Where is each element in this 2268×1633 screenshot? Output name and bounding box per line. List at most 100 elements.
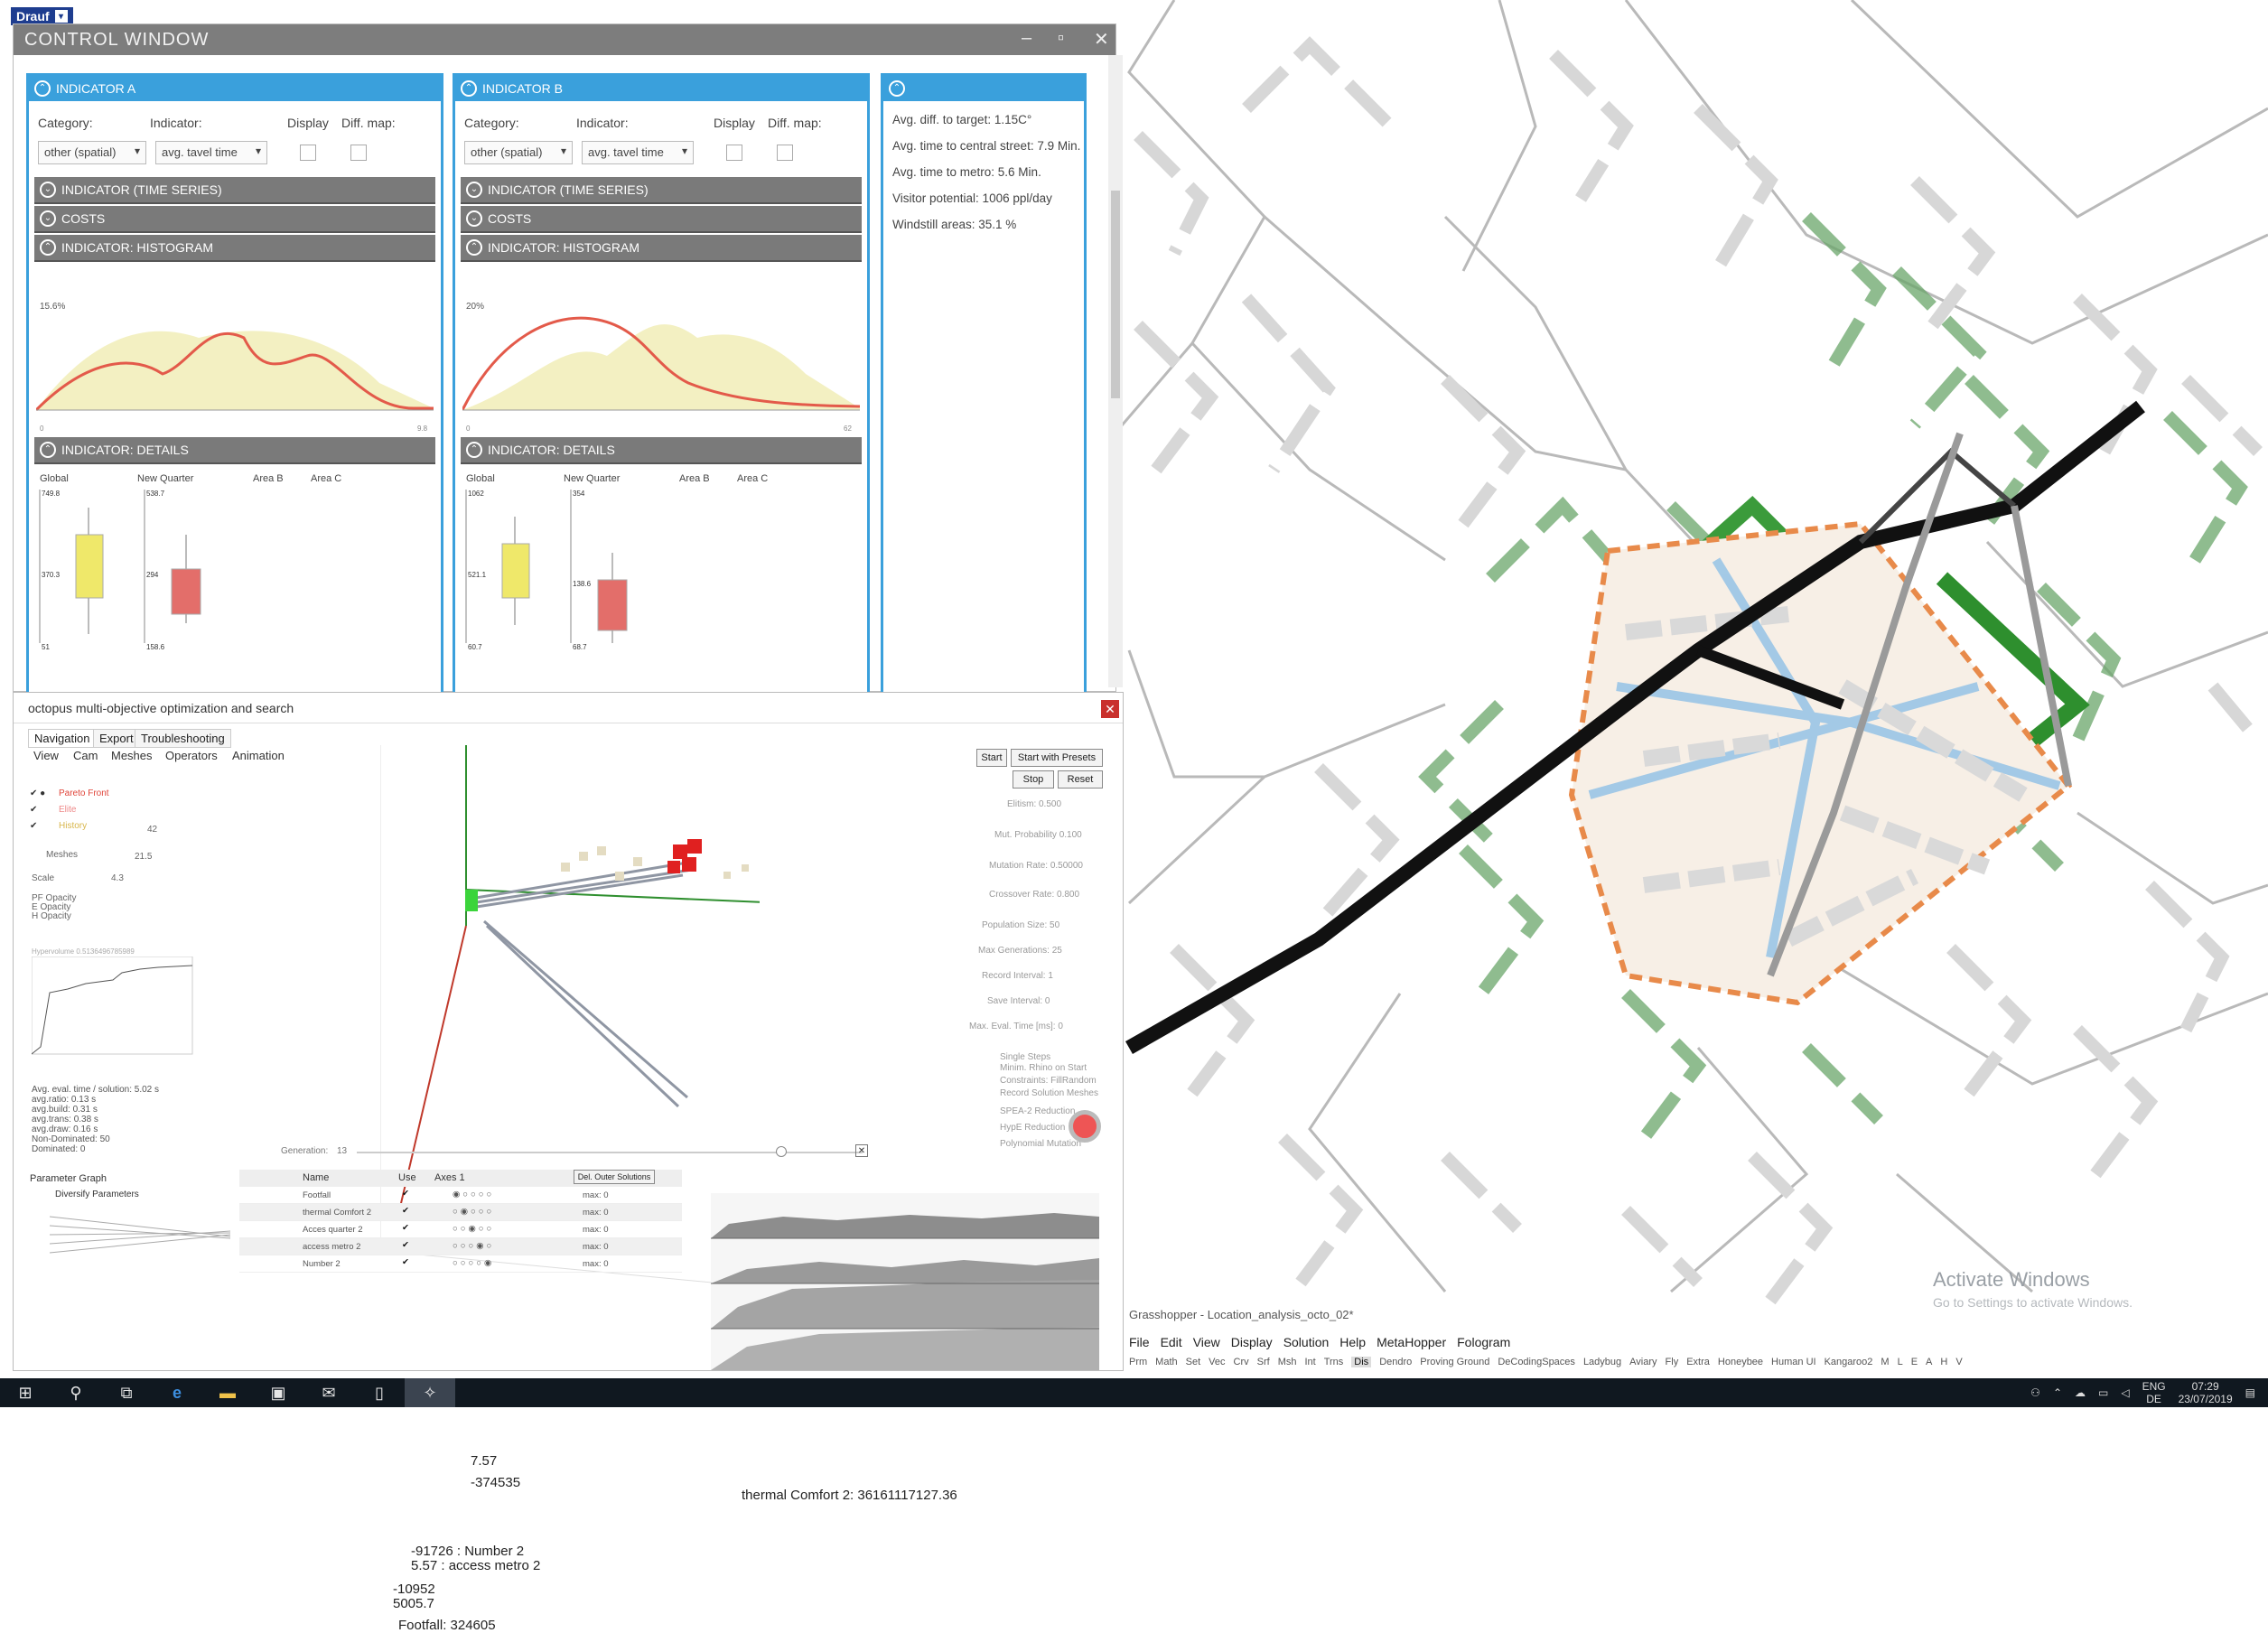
people-icon[interactable]: ⚇ <box>2030 1386 2040 1399</box>
summary-header[interactable]: ⌃ <box>883 76 1084 101</box>
category-dropdown[interactable]: other (spatial) <box>38 141 146 164</box>
tab-decodingspaces[interactable]: DeCodingSpaces <box>1498 1357 1575 1367</box>
menu-meshes[interactable]: Meshes <box>111 749 153 762</box>
close-icon[interactable]: ✕ <box>1101 700 1119 718</box>
close-icon[interactable]: ✕ <box>855 1144 868 1157</box>
tab-h[interactable]: H <box>1940 1357 1947 1367</box>
tab-int[interactable]: Int <box>1304 1357 1315 1367</box>
use-check[interactable]: ✔ <box>402 1257 409 1267</box>
tab-msh[interactable]: Msh <box>1278 1357 1297 1367</box>
indicator-b-header[interactable]: ⌃ INDICATOR B <box>455 76 867 101</box>
delete-outer-button[interactable]: Del. Outer Solutions <box>574 1170 655 1184</box>
option-hype[interactable]: HypE Reduction <box>1000 1123 1065 1133</box>
windows-start-icon[interactable]: ⊞ <box>0 1378 51 1407</box>
collapse-icon[interactable]: ⌃ <box>40 442 56 458</box>
store-icon[interactable]: ▣ <box>253 1378 303 1407</box>
param-elitism[interactable]: Elitism: 0.500 <box>1007 799 1061 809</box>
collapse-icon[interactable]: ⌃ <box>40 239 56 256</box>
use-check[interactable]: ✔ <box>402 1189 409 1199</box>
viewport-label[interactable]: Drauf ▾ <box>11 7 73 25</box>
menu-edit[interactable]: Edit <box>1161 1335 1182 1349</box>
tab-crv[interactable]: Crv <box>1234 1357 1249 1367</box>
elite-check[interactable]: ✔ <box>30 805 37 815</box>
speaker-icon[interactable]: ◁ <box>2121 1386 2129 1399</box>
start-presets-button[interactable]: Start with Presets <box>1011 749 1103 767</box>
octopus-titlebar[interactable]: octopus multi-objective optimization and… <box>14 693 1123 723</box>
indicator-dropdown[interactable]: avg. tavel time <box>582 141 694 164</box>
display-checkbox[interactable] <box>726 145 742 161</box>
minimize-icon[interactable]: – <box>1022 28 1032 49</box>
menu-help[interactable]: Help <box>1339 1335 1366 1349</box>
generation-slider-thumb[interactable] <box>776 1146 787 1157</box>
tab-v[interactable]: V <box>1955 1357 1962 1367</box>
document-icon[interactable]: ▯ <box>354 1378 405 1407</box>
tab-proving-ground[interactable]: Proving Ground <box>1420 1357 1489 1367</box>
start-button[interactable]: Start <box>976 749 1007 767</box>
menu-file[interactable]: File <box>1129 1335 1150 1349</box>
tab-e[interactable]: E <box>1911 1357 1918 1367</box>
history-check[interactable]: ✔ <box>30 821 37 831</box>
display-checkbox[interactable] <box>300 145 316 161</box>
param-save-interval[interactable]: Save Interval: 0 <box>987 996 1050 1006</box>
use-check[interactable]: ✔ <box>402 1223 409 1233</box>
param-max-eval-time[interactable]: Max. Eval. Time [ms]: 0 <box>969 1022 1063 1031</box>
section-time-series[interactable]: ⌄ INDICATOR (TIME SERIES) <box>34 177 435 204</box>
section-details[interactable]: ⌃ INDICATOR: DETAILS <box>461 437 862 464</box>
generation-slider[interactable] <box>357 1152 863 1153</box>
section-histogram[interactable]: ⌃ INDICATOR: HISTOGRAM <box>34 235 435 262</box>
table-row[interactable]: access metro 2 ✔ ○○○◉○ max: 0 <box>239 1238 682 1255</box>
category-dropdown[interactable]: other (spatial) <box>464 141 573 164</box>
section-details[interactable]: ⌃ INDICATOR: DETAILS <box>34 437 435 464</box>
table-row[interactable]: thermal Comfort 2 ✔ ○◉○○○ max: 0 <box>239 1204 682 1221</box>
indicator-a-header[interactable]: ⌃ INDICATOR A <box>29 76 441 101</box>
collapse-icon[interactable]: ⌃ <box>466 239 482 256</box>
grasshopper-app-icon[interactable]: ✧ <box>405 1378 455 1407</box>
table-row[interactable]: Number 2 ✔ ○○○○◉ max: 0 <box>239 1255 682 1273</box>
param-mutation-rate[interactable]: Mutation Rate: 0.50000 <box>989 861 1083 871</box>
diff-map-checkbox[interactable] <box>350 145 367 161</box>
pareto-check[interactable]: ✔ ● <box>30 789 45 798</box>
tab-fly[interactable]: Fly <box>1666 1357 1679 1367</box>
chevron-up-icon[interactable]: ⌃ <box>2053 1386 2062 1399</box>
menu-view[interactable]: View <box>33 749 59 762</box>
axis-radios[interactable]: ○○○○◉ <box>453 1258 494 1268</box>
collapse-icon[interactable]: ⌃ <box>466 442 482 458</box>
expand-icon[interactable]: ⌄ <box>40 182 56 198</box>
param-crossover-rate[interactable]: Crossover Rate: 0.800 <box>989 890 1079 900</box>
maximize-icon[interactable]: ▫ <box>1058 28 1065 49</box>
section-time-series[interactable]: ⌄ INDICATOR (TIME SERIES) <box>461 177 862 204</box>
tab-m[interactable]: M <box>1881 1357 1889 1367</box>
tab-dis[interactable]: Dis <box>1351 1357 1372 1367</box>
option-constraints[interactable]: Constraints: FillRandom <box>1000 1076 1097 1086</box>
table-row[interactable]: Footfall ✔ ◉○○○○ max: 0 <box>239 1187 682 1204</box>
file-explorer-icon[interactable]: ▬ <box>202 1378 253 1407</box>
menu-cam[interactable]: Cam <box>73 749 98 762</box>
tab-troubleshooting[interactable]: Troubleshooting <box>135 729 231 748</box>
collapse-icon[interactable]: ⌃ <box>34 80 51 97</box>
menu-fologram[interactable]: Fologram <box>1457 1335 1510 1349</box>
param-record-interval[interactable]: Record Interval: 1 <box>982 971 1053 981</box>
option-record-meshes[interactable]: Record Solution Meshes <box>1000 1088 1098 1098</box>
tab-navigation[interactable]: Navigation <box>28 729 97 748</box>
axis-radios[interactable]: ○○◉○○ <box>453 1224 494 1234</box>
tab-vec[interactable]: Vec <box>1209 1357 1225 1367</box>
search-icon[interactable]: ⚲ <box>51 1378 101 1407</box>
tab-srf[interactable]: Srf <box>1257 1357 1270 1367</box>
tab-dendro[interactable]: Dendro <box>1379 1357 1412 1367</box>
param-max-generations[interactable]: Max Generations: 25 <box>978 946 1062 956</box>
language-indicator[interactable]: ENG DE <box>2142 1380 2166 1405</box>
tab-ladybug[interactable]: Ladybug <box>1583 1357 1621 1367</box>
indicator-dropdown[interactable]: avg. tavel time <box>155 141 267 164</box>
tab-set[interactable]: Set <box>1186 1357 1201 1367</box>
table-row[interactable]: Acces quarter 2 ✔ ○○◉○○ max: 0 <box>239 1221 682 1238</box>
axis-radios[interactable]: ◉○○○○ <box>453 1190 494 1199</box>
close-icon[interactable]: ✕ <box>1094 28 1110 51</box>
tab-trns[interactable]: Trns <box>1324 1357 1344 1367</box>
menu-metahopper[interactable]: MetaHopper <box>1377 1335 1446 1349</box>
tab-l[interactable]: L <box>1898 1357 1903 1367</box>
axis-radios[interactable]: ○○○◉○ <box>453 1241 494 1251</box>
expand-icon[interactable]: ⌄ <box>466 182 482 198</box>
section-histogram[interactable]: ⌃ INDICATOR: HISTOGRAM <box>461 235 862 262</box>
option-spea2[interactable]: SPEA-2 Reduction <box>1000 1106 1075 1116</box>
menu-view[interactable]: View <box>1193 1335 1220 1349</box>
